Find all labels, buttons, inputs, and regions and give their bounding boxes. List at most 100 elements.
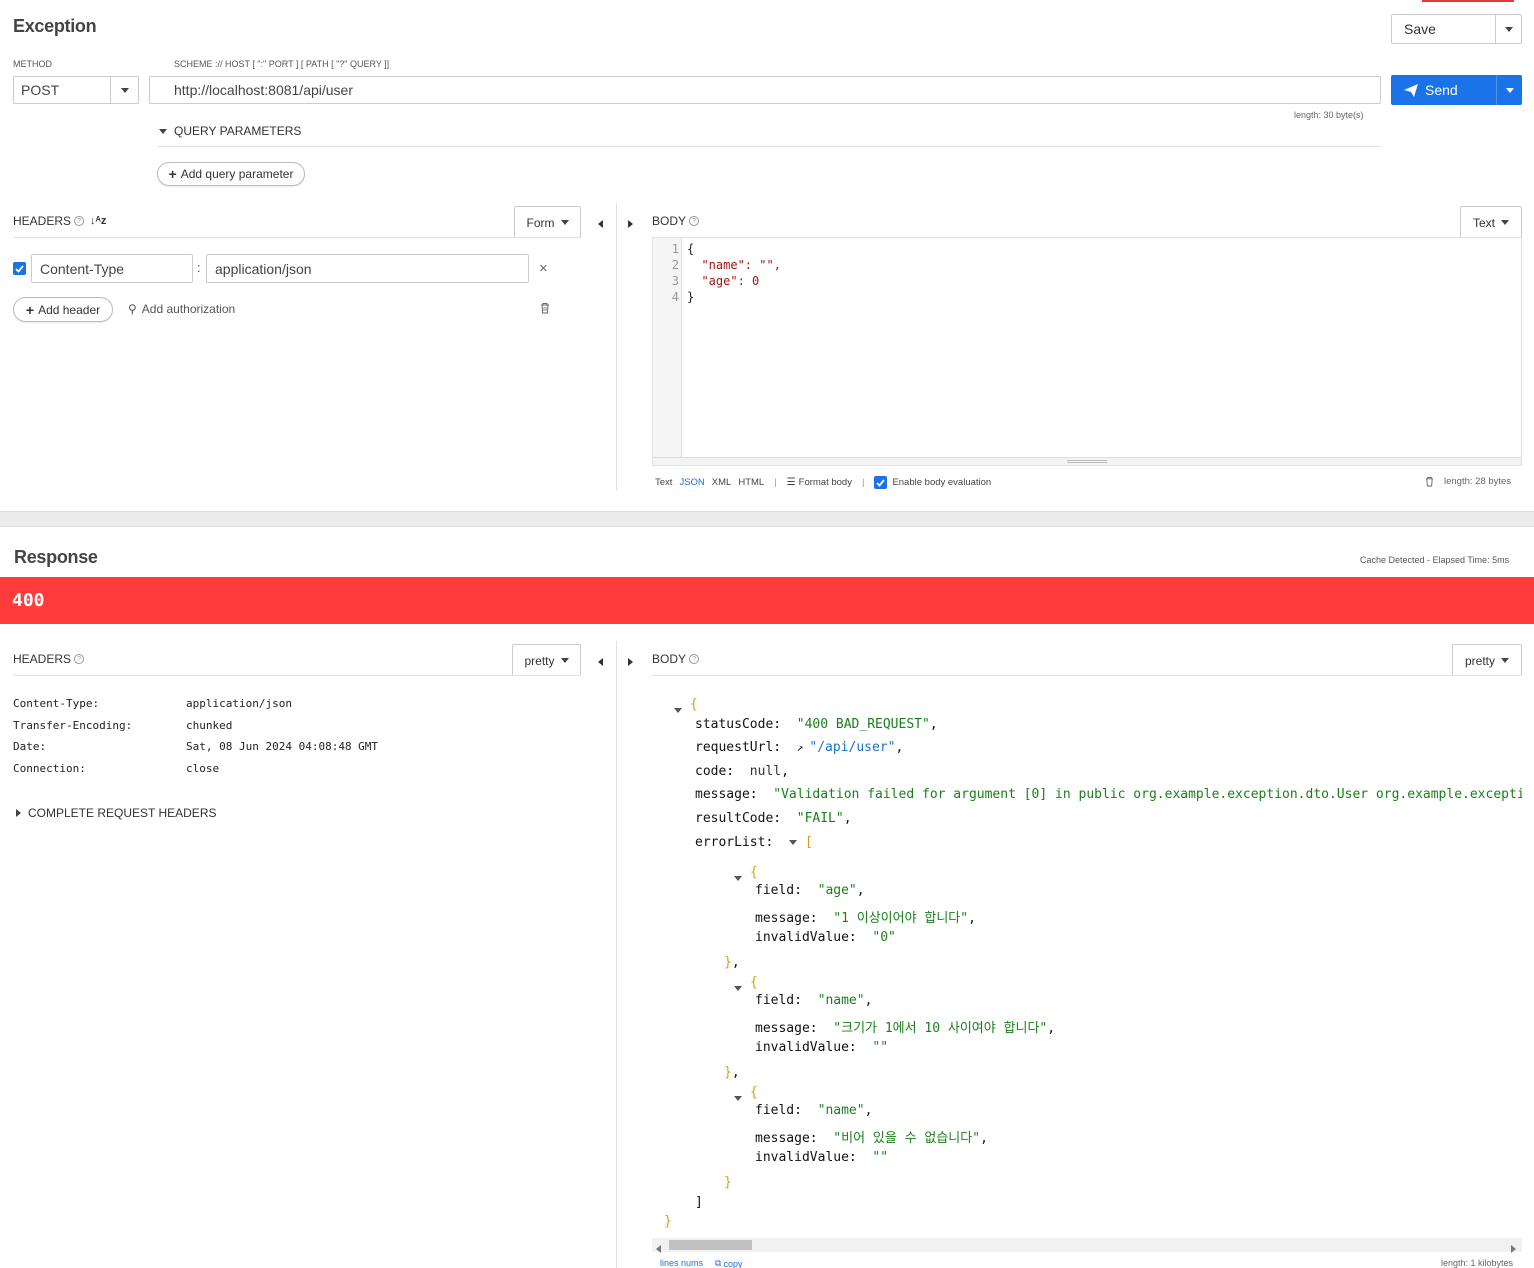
- format-body-label: Format body: [798, 477, 852, 488]
- body-editor[interactable]: 1{ 2 "name": "", 3 "age": 0 4}: [652, 238, 1522, 466]
- collapse-right-icon[interactable]: [628, 216, 633, 231]
- help-icon[interactable]: ?: [74, 654, 85, 664]
- body-length-area: length: 28 bytes: [1425, 476, 1511, 487]
- method-select[interactable]: POST: [13, 76, 139, 104]
- header-separator: :: [197, 260, 201, 275]
- status-code: 400: [12, 590, 45, 611]
- request-headers-heading: HEADERS ? ↓ᴬz: [13, 214, 106, 228]
- chevron-down-icon: [1504, 26, 1513, 32]
- add-query-parameter-button[interactable]: + Add query parameter: [157, 162, 305, 186]
- complete-request-headers-toggle[interactable]: COMPLETE REQUEST HEADERS: [16, 806, 216, 820]
- json-row-requestUrl: requestUrl: ↗ "/api/user",: [695, 740, 904, 755]
- body-label: BODY: [652, 214, 687, 228]
- help-icon[interactable]: ?: [689, 216, 700, 226]
- complete-headers-label: COMPLETE REQUEST HEADERS: [28, 806, 217, 820]
- collapse-right-icon[interactable]: [628, 654, 633, 669]
- collapse-toggle[interactable]: [734, 1089, 742, 1104]
- paper-plane-icon: [1404, 83, 1418, 97]
- key-icon: ⚲: [128, 302, 137, 316]
- add-authorization-button[interactable]: ⚲ Add authorization: [128, 302, 235, 316]
- chevron-down-icon: [1505, 87, 1514, 93]
- url-length: length: 30 byte(s): [1294, 110, 1364, 120]
- collapse-toggle[interactable]: [734, 869, 742, 884]
- send-label: Send: [1425, 82, 1458, 98]
- url-input[interactable]: http://localhost:8081/api/user: [149, 76, 1381, 104]
- send-button[interactable]: Send: [1391, 82, 1496, 98]
- method-value: POST: [21, 82, 60, 98]
- code-lines: 1{ 2 "name": "", 3 "age": 0 4}: [653, 241, 1523, 305]
- headers-mode-value: Form: [526, 215, 555, 230]
- request-url-link[interactable]: "/api/user": [809, 740, 895, 755]
- collapse-toggle[interactable]: [674, 701, 682, 716]
- request-title: Exception: [13, 16, 97, 36]
- horizontal-scrollbar[interactable]: [652, 1238, 1522, 1253]
- format-body-button[interactable]: ☰ Format body: [787, 477, 852, 488]
- response-headers-list: Content-Type: application/json Transfer-E…: [13, 693, 378, 779]
- enable-eval-toggle[interactable]: Enable body evaluation: [874, 476, 991, 489]
- json-brace: {: [690, 697, 698, 712]
- json-row-field: field: "name",: [755, 993, 873, 1008]
- header-row: Date: Sat, 08 Jun 2024 04:08:48 GMT: [13, 740, 379, 753]
- format-html-link[interactable]: HTML: [738, 477, 764, 488]
- help-icon[interactable]: ?: [689, 654, 700, 664]
- collapse-toggle[interactable]: [788, 840, 797, 845]
- query-params-toggle[interactable]: QUERY PARAMETERS: [159, 124, 301, 138]
- save-dropdown-button[interactable]: [1495, 15, 1521, 43]
- header-name-input[interactable]: Content-Type: [31, 254, 193, 283]
- collapse-left-icon[interactable]: [598, 216, 603, 231]
- format-text-link[interactable]: Text: [655, 477, 672, 488]
- response-length: length: 1 kilobytes: [1441, 1258, 1514, 1268]
- save-button-group: Save: [1391, 14, 1522, 44]
- header-value-input[interactable]: application/json: [206, 254, 529, 283]
- chevron-down-icon: [560, 658, 569, 663]
- header-name-value: Content-Type: [40, 260, 125, 277]
- remove-header-icon[interactable]: ×: [539, 260, 548, 277]
- trash-icon[interactable]: [1425, 476, 1434, 487]
- divider: [652, 675, 1522, 676]
- help-icon[interactable]: ?: [74, 216, 85, 226]
- json-row-invalidValue: invalidValue: "0": [755, 930, 896, 945]
- body-label: BODY: [652, 652, 687, 666]
- response-body-mode-select[interactable]: pretty: [1452, 644, 1522, 676]
- divider: [157, 146, 1381, 147]
- editor-resize-handle[interactable]: [653, 457, 1521, 465]
- url-hint: SCHEME :// HOST [ ":" PORT ] [ PATH [ "?…: [174, 59, 390, 69]
- url-value: http://localhost:8081/api/user: [174, 82, 354, 98]
- panel-splitter[interactable]: [616, 641, 617, 1268]
- json-row-message: message: "1 이상이어야 합니다",: [755, 911, 976, 926]
- panel-splitter[interactable]: [616, 203, 617, 491]
- sort-icon[interactable]: ↓ᴬz: [90, 215, 106, 227]
- collapse-toggle[interactable]: [734, 979, 742, 994]
- header-enabled-checkbox[interactable]: [13, 262, 26, 275]
- json-row-statusCode: statusCode: "400 BAD_REQUEST",: [695, 717, 938, 732]
- add-header-button[interactable]: + Add header: [13, 297, 113, 322]
- section-divider: [0, 511, 1534, 527]
- collapse-left-icon[interactable]: [598, 654, 603, 669]
- add-auth-label: Add authorization: [141, 302, 236, 316]
- json-bracket: ]: [695, 1195, 703, 1210]
- body-mode-value: pretty: [1464, 653, 1495, 668]
- body-mode-select[interactable]: Text: [1460, 206, 1522, 238]
- send-dropdown-button[interactable]: [1496, 75, 1522, 105]
- json-row-message: message: "Validation failed for argument…: [695, 787, 1522, 802]
- json-brace: }: [664, 1214, 672, 1229]
- scroll-right-icon[interactable]: [1511, 1241, 1516, 1256]
- json-row-invalidValue: invalidValue: "": [755, 1150, 889, 1165]
- response-headers-mode-select[interactable]: pretty: [512, 644, 581, 676]
- method-dropdown[interactable]: [110, 77, 138, 103]
- external-link-icon[interactable]: ↗: [797, 741, 804, 754]
- headers-mode-select[interactable]: Form: [514, 206, 581, 238]
- trash-icon[interactable]: [540, 302, 550, 317]
- format-json-link[interactable]: JSON: [679, 477, 704, 488]
- top-accent-line: [1422, 0, 1514, 2]
- lines-nums-toggle[interactable]: lines nums: [660, 1258, 703, 1268]
- save-button[interactable]: Save: [1392, 21, 1495, 37]
- scrollbar-thumb[interactable]: [669, 1240, 752, 1250]
- toolbar-separator: |: [861, 477, 865, 488]
- scroll-left-icon[interactable]: [656, 1241, 661, 1256]
- json-row-invalidValue: invalidValue: "": [755, 1040, 889, 1055]
- divider: [13, 237, 581, 238]
- json-viewer: { statusCode: "400 BAD_REQUEST", request…: [652, 690, 1522, 1236]
- copy-button[interactable]: ⧉ copy: [715, 1258, 742, 1268]
- format-xml-link[interactable]: XML: [712, 477, 732, 488]
